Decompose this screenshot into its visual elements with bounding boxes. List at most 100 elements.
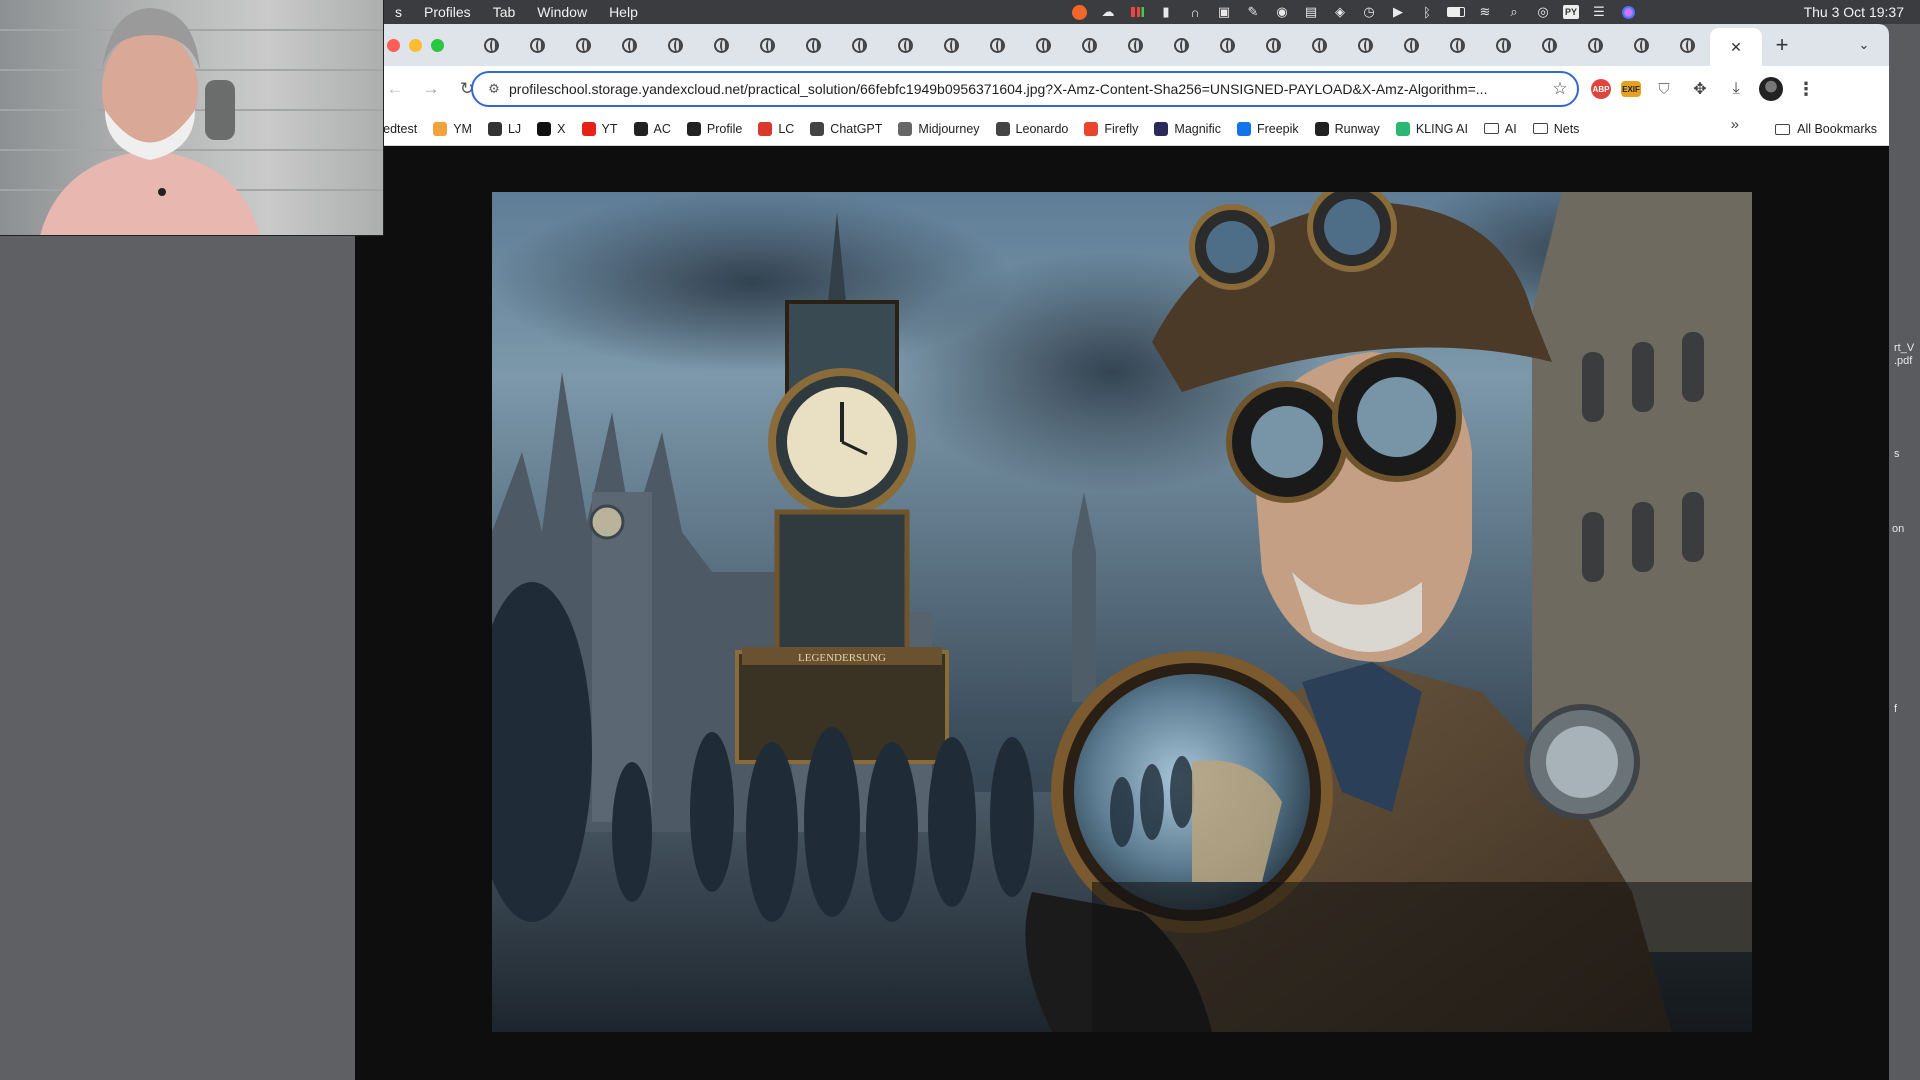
browser-tab[interactable] [560, 28, 606, 62]
sync-icon[interactable]: ◉ [1273, 4, 1291, 20]
activity-icon[interactable] [1128, 4, 1146, 20]
adblock-extension-icon[interactable]: ABP [1591, 79, 1611, 99]
menu-app-fragment[interactable]: s [384, 0, 413, 24]
browser-tab[interactable] [1158, 28, 1204, 62]
globe-icon [1679, 37, 1695, 53]
browser-tab[interactable] [882, 28, 928, 62]
address-bar-url[interactable]: profileschool.storage.yandexcloud.net/pr… [509, 81, 1543, 97]
bookmark-chatgpt[interactable]: ChatGPT [802, 116, 890, 142]
menu-window[interactable]: Window [526, 0, 598, 24]
browser-tab[interactable] [1250, 28, 1296, 62]
wifi-icon[interactable]: ≋ [1476, 4, 1494, 20]
bookmark-lc[interactable]: LC [750, 116, 802, 142]
browser-tab[interactable] [1204, 28, 1250, 62]
address-bar[interactable]: ⚙ profileschool.storage.yandexcloud.net/… [471, 71, 1579, 107]
bluetooth-icon[interactable]: ᛒ [1418, 4, 1436, 20]
browser-tab[interactable] [836, 28, 882, 62]
bookmark-freepik[interactable]: Freepik [1229, 116, 1307, 142]
browser-menu-icon[interactable]: ⋮ [1793, 76, 1819, 102]
new-tab-button[interactable]: + [1762, 28, 1802, 62]
browser-tab[interactable] [1112, 28, 1158, 62]
window-minimize-button[interactable] [409, 38, 422, 52]
bookmark-ai[interactable]: AI [1476, 116, 1525, 142]
notification-icon[interactable]: ▣ [1215, 4, 1233, 20]
window-zoom-button[interactable] [431, 38, 444, 52]
browser-tab[interactable] [514, 28, 560, 62]
browser-tab[interactable] [698, 28, 744, 62]
control-center-icon[interactable]: ☰ [1590, 4, 1608, 20]
browser-tab[interactable] [1066, 28, 1112, 62]
forward-arrow-icon[interactable]: → [413, 71, 449, 107]
browser-tab[interactable] [1664, 28, 1710, 62]
browser-tab[interactable] [928, 28, 974, 62]
bookmark-kling-ai[interactable]: KLING AI [1388, 116, 1476, 142]
bookmark-nets[interactable]: Nets [1525, 116, 1588, 142]
browser-tab[interactable] [606, 28, 652, 62]
displayed-image[interactable]: LEGENDERSUNG [492, 192, 1752, 1032]
desktop-file-label-3[interactable]: on [1892, 523, 1904, 536]
desktop-file-label-2[interactable]: s [1894, 448, 1900, 461]
bookmark-ac[interactable]: AC [626, 116, 679, 142]
tab-close-icon[interactable]: ✕ [1730, 39, 1742, 56]
browser-tab[interactable] [1526, 28, 1572, 62]
pen-icon[interactable]: ✎ [1244, 4, 1262, 20]
play-icon[interactable]: ▶ [1389, 4, 1407, 20]
extensions-puzzle-icon[interactable]: ✥ [1687, 76, 1713, 102]
browser-tab[interactable] [652, 28, 698, 62]
browser-tab[interactable] [1342, 28, 1388, 62]
bookmark-midjourney[interactable]: Midjourney [890, 116, 987, 142]
brave-icon[interactable] [1070, 4, 1088, 20]
time-machine-icon[interactable]: ◷ [1360, 4, 1378, 20]
desktop-file-label-4[interactable]: f [1894, 703, 1897, 716]
menu-profiles[interactable]: Profiles [413, 0, 482, 24]
profile-avatar[interactable] [1759, 77, 1783, 101]
menu-bar-clock[interactable]: Thu 3 Oct 19:37 [1804, 0, 1904, 24]
browser-tab[interactable] [744, 28, 790, 62]
headphones-icon[interactable]: ∩ [1186, 4, 1204, 20]
bookmark-star-icon[interactable]: ☆ [1543, 79, 1577, 99]
browser-tab[interactable] [974, 28, 1020, 62]
browser-tab[interactable] [1388, 28, 1434, 62]
browser-tab[interactable] [1020, 28, 1066, 62]
site-info-icon[interactable]: ⚙ [479, 81, 509, 97]
browser-tab[interactable] [1618, 28, 1664, 62]
window-close-button[interactable] [387, 38, 400, 52]
compass-icon[interactable]: ◈ [1331, 4, 1349, 20]
livejournal-icon [487, 121, 502, 136]
bookmark-ym[interactable]: YM [425, 116, 480, 142]
display-icon[interactable]: ▤ [1302, 4, 1320, 20]
bookmark-firefly[interactable]: Firefly [1076, 116, 1146, 142]
menu-help[interactable]: Help [598, 0, 649, 24]
bookmark-magnific[interactable]: Magnific [1146, 116, 1229, 142]
desktop-file-label-1[interactable]: rt_V .pdf [1894, 342, 1914, 368]
creative-cloud-icon[interactable]: ☁ [1099, 4, 1117, 20]
browser-tab[interactable] [790, 28, 836, 62]
search-icon[interactable]: ⌕ [1505, 4, 1523, 20]
bookmark-lj[interactable]: LJ [480, 116, 529, 142]
exif-extension-icon[interactable]: EXIF [1621, 81, 1641, 97]
py-icon[interactable]: PY [1563, 5, 1579, 19]
bookmarks-overflow-button[interactable]: » [1731, 116, 1739, 133]
kling-icon [1395, 121, 1410, 136]
bookmark-runway[interactable]: Runway [1307, 116, 1388, 142]
browser-tab[interactable] [1434, 28, 1480, 62]
browser-tab[interactable] [468, 28, 514, 62]
active-browser-tab[interactable]: ✕ [1710, 28, 1762, 66]
bookmark-profile[interactable]: Profile [679, 116, 750, 142]
browser-tab[interactable] [1572, 28, 1618, 62]
browser-tab[interactable] [1296, 28, 1342, 62]
waveform-icon[interactable]: ▮ [1157, 4, 1175, 20]
bookmark-x[interactable]: X [529, 116, 573, 142]
bookmark-label: Runway [1334, 121, 1380, 136]
browser-tab[interactable] [1480, 28, 1526, 62]
menu-tab[interactable]: Tab [482, 0, 527, 24]
user-icon[interactable]: ◎ [1534, 4, 1552, 20]
siri-icon[interactable] [1619, 4, 1637, 20]
tab-search-chevron-icon[interactable]: ⌄ [1851, 32, 1877, 58]
all-bookmarks-button[interactable]: All Bookmarks [1775, 116, 1877, 142]
battery-icon[interactable] [1447, 4, 1465, 20]
bookmark-yt[interactable]: YT [574, 116, 626, 142]
bookmark-leonardo[interactable]: Leonardo [988, 116, 1077, 142]
downloads-icon[interactable]: ⤓ [1723, 76, 1749, 102]
shield-extension-icon[interactable]: ⛉ [1651, 76, 1677, 102]
